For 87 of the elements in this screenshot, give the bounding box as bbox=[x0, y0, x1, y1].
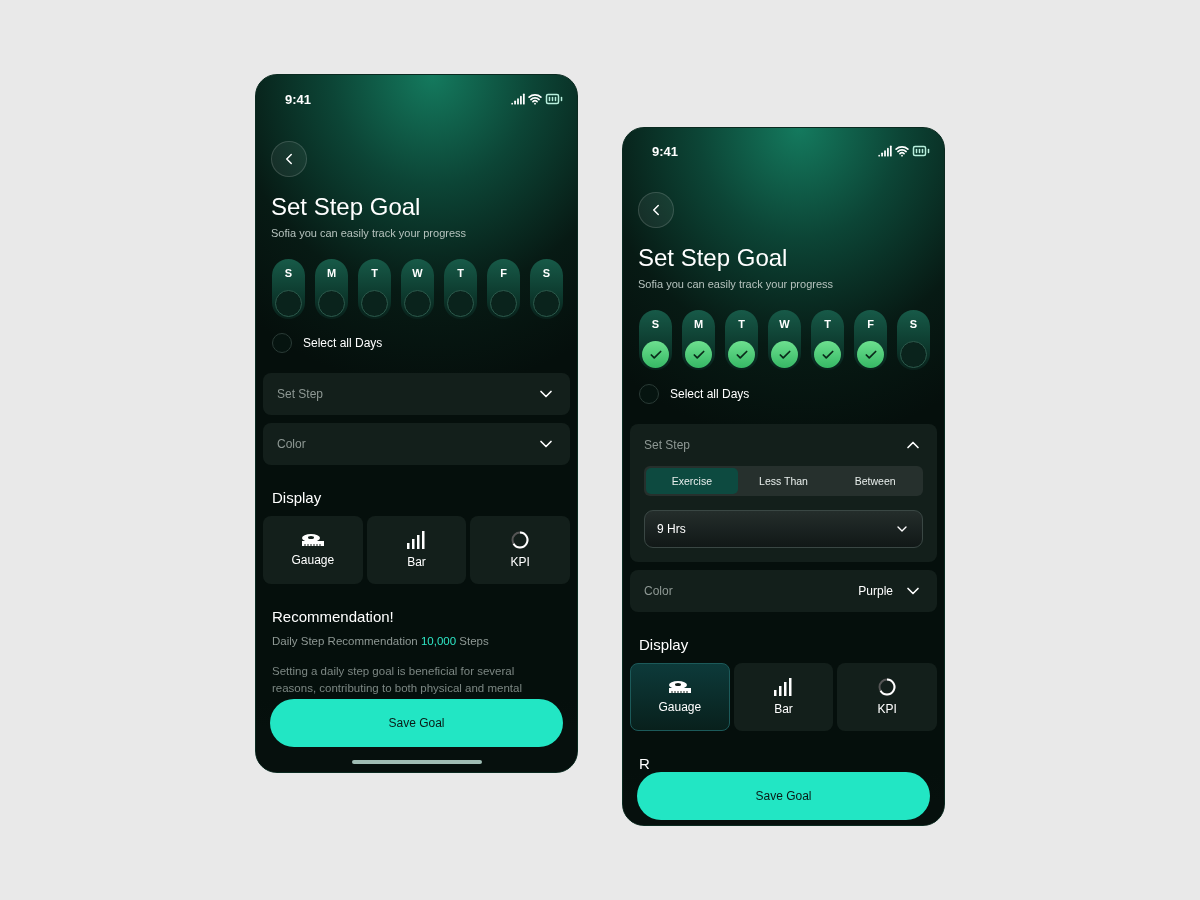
display-heading: Display bbox=[272, 489, 323, 506]
display-option[interactable]: Bar bbox=[366, 516, 467, 584]
day-checkbox[interactable] bbox=[857, 341, 884, 368]
day-letter: F bbox=[500, 267, 507, 279]
select-all-checkbox[interactable] bbox=[639, 384, 659, 404]
day-toggle[interactable]: M bbox=[315, 259, 348, 319]
save-goal-button[interactable]: Save Goal bbox=[637, 772, 930, 820]
day-toggle[interactable]: F bbox=[854, 310, 887, 370]
day-checkbox[interactable] bbox=[447, 290, 474, 317]
page-title: Set Step Goal bbox=[638, 244, 789, 272]
day-letter: M bbox=[693, 318, 704, 330]
day-toggle[interactable]: S bbox=[897, 310, 930, 370]
day-checkbox[interactable] bbox=[900, 341, 927, 368]
day-checkbox[interactable] bbox=[728, 341, 755, 368]
recommendation-heading: Recommendation! bbox=[272, 608, 395, 625]
day-letter: T bbox=[738, 318, 745, 330]
day-checkbox[interactable] bbox=[490, 290, 517, 317]
mode-tab[interactable]: Less Than bbox=[737, 468, 830, 494]
day-toggle[interactable]: W bbox=[401, 259, 434, 319]
mode-tab[interactable]: Exercise bbox=[646, 468, 738, 494]
day-toggle[interactable]: W bbox=[768, 310, 801, 370]
status-time: 9:41 bbox=[285, 91, 312, 107]
display-option[interactable]: KPI bbox=[470, 516, 570, 584]
color-label: Color bbox=[277, 437, 306, 451]
tape-measure-icon bbox=[300, 533, 325, 547]
day-checkbox[interactable] bbox=[404, 290, 431, 317]
day-letter: W bbox=[779, 318, 790, 330]
back-button[interactable] bbox=[638, 192, 674, 228]
save-goal-button[interactable]: Save Goal bbox=[270, 699, 563, 747]
display-option[interactable]: KPI bbox=[837, 663, 937, 731]
day-toggle[interactable]: M bbox=[682, 310, 715, 370]
display-option[interactable]: Gauage bbox=[263, 516, 363, 584]
day-letter: S bbox=[909, 318, 918, 330]
display-option[interactable]: Gauage bbox=[630, 663, 730, 731]
day-toggle[interactable]: F bbox=[487, 259, 520, 319]
wifi-icon bbox=[895, 144, 909, 158]
day-toggle[interactable]: T bbox=[811, 310, 844, 370]
color-label: Color bbox=[644, 584, 673, 598]
day-toggle[interactable]: T bbox=[444, 259, 477, 319]
day-checkbox[interactable] bbox=[685, 341, 712, 368]
day-checkbox[interactable] bbox=[275, 290, 302, 317]
display-option[interactable]: Bar bbox=[733, 663, 834, 731]
day-letter: F bbox=[867, 318, 874, 330]
set-step-label: Set Step bbox=[277, 387, 324, 401]
recommendation-text: Daily Step Recommendation 10,000 Steps bbox=[272, 635, 490, 647]
progress-ring-icon bbox=[878, 678, 897, 696]
day-letter: S bbox=[542, 267, 551, 279]
page-title: Set Step Goal bbox=[271, 193, 422, 221]
tape-measure-icon bbox=[667, 680, 692, 694]
day-checkbox[interactable] bbox=[771, 341, 798, 368]
day-toggle[interactable]: T bbox=[725, 310, 758, 370]
day-checkbox[interactable] bbox=[642, 341, 669, 368]
set-step-label: Set Step bbox=[644, 438, 691, 452]
day-checkbox[interactable] bbox=[361, 290, 388, 317]
color-value: Purple bbox=[858, 584, 893, 598]
day-toggle[interactable]: S bbox=[639, 310, 672, 370]
select-all-label: Select all Days bbox=[303, 336, 383, 350]
day-toggle[interactable]: T bbox=[358, 259, 391, 319]
status-time: 9:41 bbox=[652, 143, 679, 159]
day-letter: S bbox=[651, 318, 660, 330]
day-checkbox[interactable] bbox=[814, 341, 841, 368]
day-checkbox[interactable] bbox=[318, 290, 345, 317]
mode-tab[interactable]: Between bbox=[829, 468, 921, 494]
progress-ring-icon bbox=[511, 531, 530, 549]
day-letter: T bbox=[371, 267, 378, 279]
signal-icon bbox=[511, 92, 525, 106]
day-letter: S bbox=[284, 267, 293, 279]
recommendation-paragraph: Setting a daily step goal is beneficial for several reasons, contributing to both physical and mental bbox=[272, 664, 523, 696]
page-subtitle: Sofia you can easily track your progress bbox=[271, 227, 468, 239]
select-all-label: Select all Days bbox=[670, 387, 750, 401]
display-heading: Display bbox=[639, 636, 690, 653]
recommendation-heading: R bbox=[639, 755, 651, 772]
day-checkbox[interactable] bbox=[533, 290, 560, 317]
day-letter: W bbox=[412, 267, 423, 279]
day-toggle[interactable]: S bbox=[272, 259, 305, 319]
back-button[interactable] bbox=[271, 141, 307, 177]
bar-chart-icon bbox=[773, 678, 794, 696]
page-subtitle: Sofia you can easily track your progress bbox=[638, 278, 835, 290]
day-letter: M bbox=[326, 267, 337, 279]
signal-icon bbox=[878, 144, 892, 158]
day-letter: T bbox=[457, 267, 464, 279]
select-all-checkbox[interactable] bbox=[272, 333, 292, 353]
hours-dropdown[interactable]: 9 Hrs bbox=[644, 510, 923, 548]
wifi-icon bbox=[528, 92, 542, 106]
day-letter: T bbox=[824, 318, 831, 330]
bar-chart-icon bbox=[406, 531, 427, 549]
day-toggle[interactable]: S bbox=[530, 259, 563, 319]
